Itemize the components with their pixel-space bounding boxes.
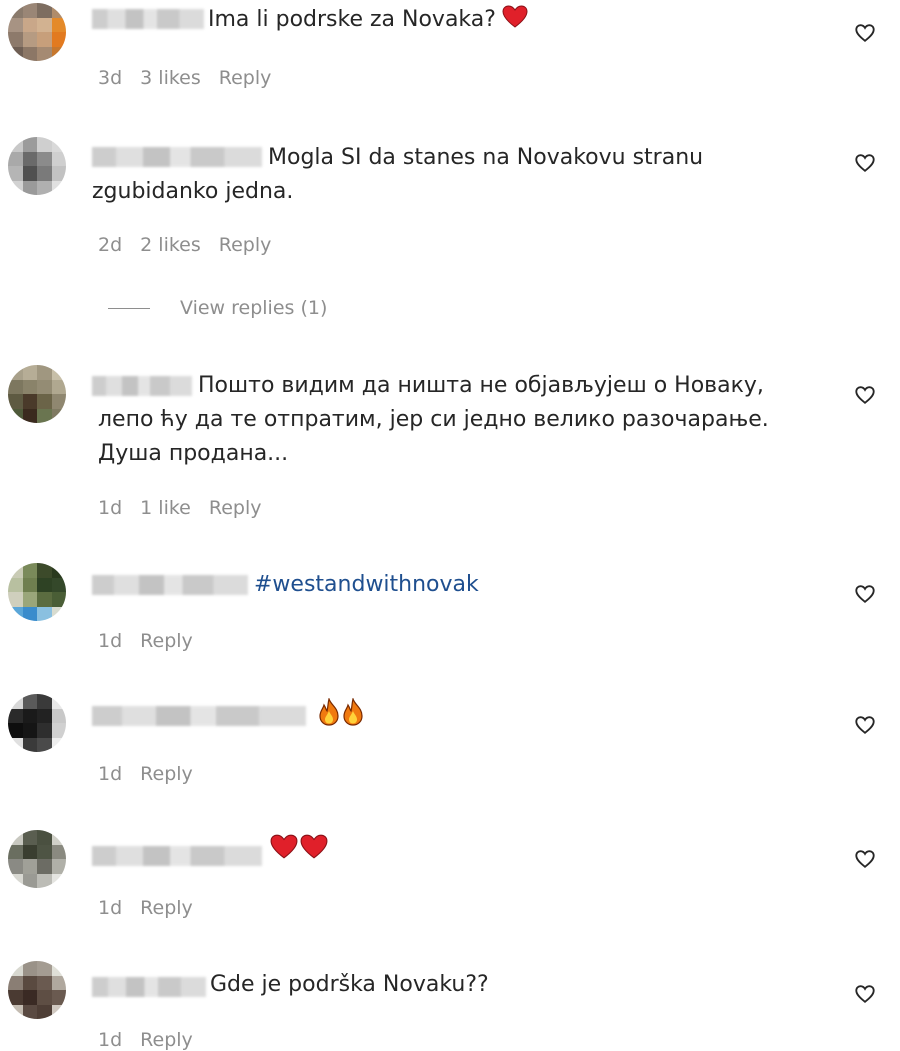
heart-outline-icon[interactable]	[854, 22, 876, 44]
comment-text-line-3: Душа продана...	[98, 441, 289, 466]
fire-emoji	[342, 696, 364, 735]
comment-time: 1d	[98, 630, 123, 652]
red-heart-emoji	[270, 834, 298, 869]
comment-text-line-1: Пошто видим да ништа не објављујеш о Нов…	[198, 373, 764, 398]
comment-time: 1d	[98, 1029, 123, 1051]
comment-meta: 1d Reply	[98, 897, 211, 919]
view-replies-button[interactable]: View replies (1)	[108, 297, 327, 319]
reply-button[interactable]: Reply	[219, 67, 272, 89]
comment-text	[312, 696, 364, 735]
red-heart-emoji	[502, 5, 528, 38]
blurred-username[interactable]	[92, 575, 248, 595]
heart-outline-icon[interactable]	[854, 583, 876, 605]
comment-4: #westandwithnovak 1d Reply	[0, 555, 900, 665]
divider-line	[108, 308, 150, 309]
comment-text-line-1: Mogla SI da stanes na Novakovu stranu	[268, 145, 704, 170]
comment-time: 3d	[98, 67, 123, 89]
comment-3: Пошто видим да ништа не објављујеш о Нов…	[0, 360, 900, 540]
reply-button[interactable]: Reply	[140, 897, 193, 919]
avatar[interactable]	[8, 961, 66, 1019]
red-heart-emoji	[300, 834, 328, 869]
heart-outline-icon[interactable]	[854, 152, 876, 174]
heart-outline-icon[interactable]	[854, 384, 876, 406]
likes-count[interactable]: 1 like	[140, 497, 191, 519]
likes-count[interactable]: 2 likes	[140, 234, 201, 256]
heart-outline-icon[interactable]	[854, 848, 876, 870]
fire-emoji	[318, 696, 340, 735]
comment-text-line-2: zgubidanko jedna.	[92, 179, 294, 204]
hashtag-link[interactable]: #westandwithnovak	[254, 572, 479, 597]
comment-meta: 1d Reply	[98, 630, 211, 652]
likes-count[interactable]: 3 likes	[140, 67, 201, 89]
blurred-username[interactable]	[92, 9, 204, 29]
avatar[interactable]	[8, 694, 66, 752]
avatar[interactable]	[8, 3, 66, 61]
comment-meta: 2d 2 likes Reply	[98, 234, 289, 256]
blurred-username[interactable]	[92, 147, 262, 167]
avatar[interactable]	[8, 830, 66, 888]
comment-7: Gde je podrška Novaku?? 1d Reply	[0, 955, 900, 1051]
reply-button[interactable]: Reply	[219, 234, 272, 256]
avatar[interactable]	[8, 563, 66, 621]
blurred-username[interactable]	[92, 977, 206, 997]
avatar[interactable]	[8, 137, 66, 195]
blurred-username[interactable]	[92, 846, 262, 866]
comment-1: Ima li podrske za Novaka? 3d 3 likes Reply	[0, 0, 900, 110]
comment-6: 1d Reply	[0, 822, 900, 932]
comment-text: Ima li podrske za Novaka?	[208, 4, 528, 38]
comment-meta: 1d Reply	[98, 763, 211, 785]
comment-text: #westandwithnovak	[254, 569, 479, 600]
reply-button[interactable]: Reply	[140, 630, 193, 652]
blurred-username[interactable]	[92, 706, 306, 726]
comment-time: 2d	[98, 234, 123, 256]
comment-text	[264, 834, 328, 869]
comment-text-line-2: лепо ћу да те отпратим, јер си једно вел…	[98, 407, 769, 432]
comment-meta: 1d Reply	[98, 1029, 211, 1051]
comment-text: Gde je podrška Novaku??	[210, 972, 489, 997]
view-replies-label[interactable]: View replies (1)	[180, 297, 327, 319]
reply-button[interactable]: Reply	[209, 497, 262, 519]
comment-time: 1d	[98, 763, 123, 785]
heart-outline-icon[interactable]	[854, 983, 876, 1005]
comment-meta: 3d 3 likes Reply	[98, 67, 289, 89]
avatar[interactable]	[8, 365, 66, 423]
comment-time: 1d	[98, 497, 123, 519]
blurred-username[interactable]	[92, 376, 192, 396]
heart-outline-icon[interactable]	[854, 714, 876, 736]
comment-5: 1d Reply	[0, 688, 900, 798]
reply-button[interactable]: Reply	[140, 1029, 193, 1051]
comment-time: 1d	[98, 897, 123, 919]
reply-button[interactable]: Reply	[140, 763, 193, 785]
comment-meta: 1d 1 like Reply	[98, 497, 279, 519]
